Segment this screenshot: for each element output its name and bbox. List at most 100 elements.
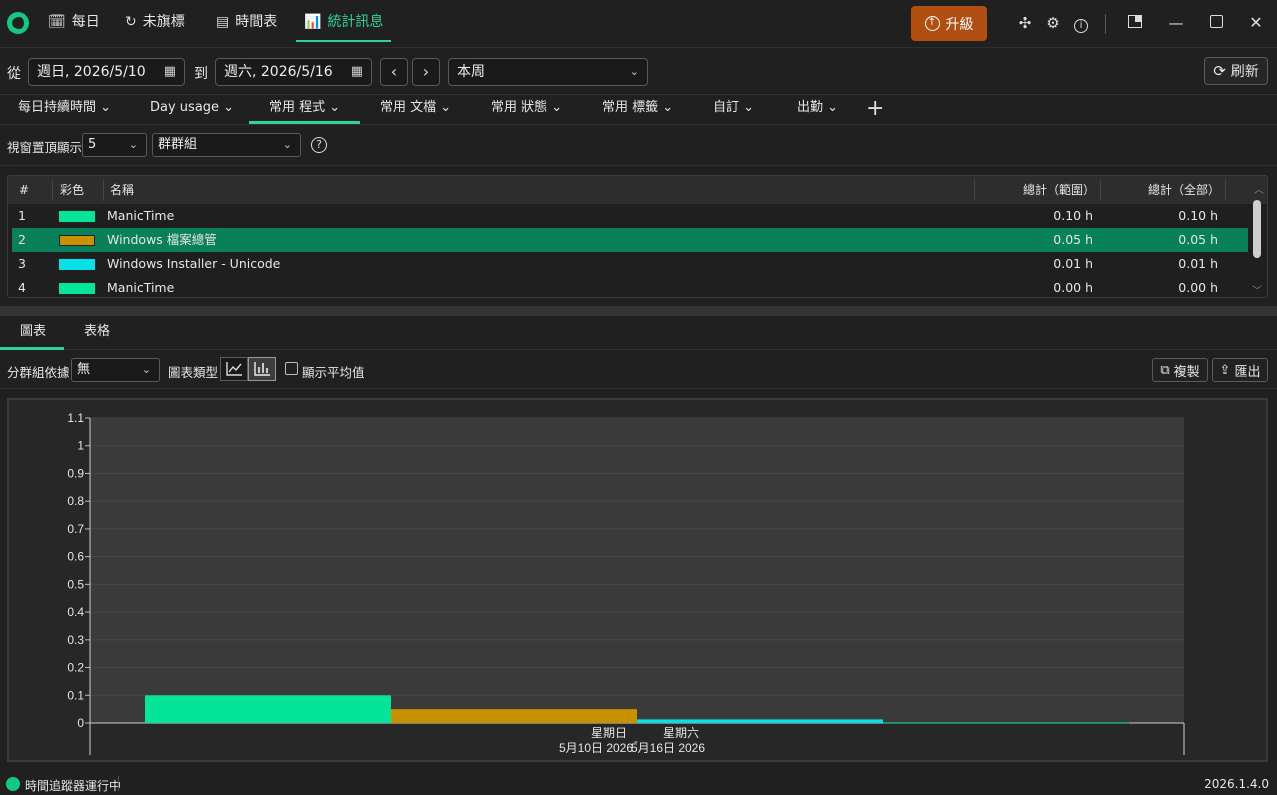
- chevron-left-icon: ‹: [390, 62, 398, 81]
- tab-statistics[interactable]: 📊 統計訊息: [296, 0, 392, 44]
- date-range-bar: 從 週日, 2026/5/10 ▦ 到 週六, 2026/5/16 ▦ ‹ › …: [0, 49, 1277, 95]
- group-select[interactable]: 群群組 ⌄: [152, 133, 301, 157]
- report-tab-custom[interactable]: 自訂 ⌄: [713, 95, 754, 123]
- chevron-down-icon: ⌄: [743, 100, 755, 115]
- report-tab-top-states[interactable]: 常用 狀態 ⌄: [491, 95, 562, 123]
- row-total-all: 0.05 h: [1178, 232, 1218, 247]
- refresh-button[interactable]: ⟳ 刷新: [1204, 57, 1268, 85]
- compact-mode-icon[interactable]: [1126, 14, 1144, 32]
- chevron-down-icon: ⌄: [629, 65, 639, 78]
- scroll-down-arrow-icon[interactable]: ﹀: [1252, 282, 1262, 297]
- chart-type-label: 圖表類型: [168, 365, 219, 380]
- chart-bar: [883, 722, 1129, 724]
- period-select[interactable]: 本周 ⌄: [448, 58, 648, 86]
- bar-chart-button[interactable]: [248, 357, 276, 381]
- plot-background: [90, 418, 1184, 723]
- chevron-down-icon: ⌄: [440, 100, 452, 115]
- row-total-all: 0.10 h: [1178, 208, 1218, 223]
- previous-period-button[interactable]: ‹: [380, 58, 408, 86]
- plugins-icon[interactable]: ✣: [1016, 14, 1034, 32]
- show-average-label: 顯示平均值: [302, 365, 365, 380]
- column-header-number[interactable]: #: [19, 176, 29, 204]
- chevron-down-icon: ⌄: [662, 100, 674, 115]
- y-tick-label: 0.7: [67, 522, 84, 536]
- maximize-icon[interactable]: [1207, 14, 1225, 32]
- x-tick-date-label: 5月16日 2026: [631, 741, 705, 755]
- history-icon: ↻: [125, 14, 137, 30]
- export-button[interactable]: ⇪ 匯出: [1212, 358, 1268, 382]
- close-icon[interactable]: ✕: [1247, 14, 1265, 32]
- row-total-range: 0.05 h: [1053, 232, 1093, 247]
- chart-bar: [145, 695, 391, 723]
- x-tick-day-label: 星期日: [591, 726, 627, 740]
- scroll-up-arrow-icon[interactable]: ︿: [1254, 181, 1264, 196]
- table-row[interactable]: 4 ManicTime 0.00 h 0.00 h: [12, 276, 1248, 297]
- group-by-select[interactable]: 無 ⌄: [71, 358, 160, 382]
- bar-chart-icon: [254, 362, 270, 376]
- minimize-icon[interactable]: —: [1167, 14, 1185, 32]
- y-tick-label: 1.1: [67, 411, 84, 425]
- info-icon[interactable]: i: [1072, 14, 1090, 33]
- report-tab-top-documents[interactable]: 常用 文檔 ⌄: [380, 95, 451, 123]
- active-tab-indicator: [249, 121, 360, 124]
- column-header-total-range[interactable]: 總計（範圍）: [1023, 176, 1095, 204]
- y-tick-label: 0.4: [67, 605, 84, 619]
- help-icon[interactable]: ?: [311, 137, 327, 153]
- group-by-label: 分群組依據: [7, 365, 70, 380]
- status-divider: [118, 776, 119, 791]
- row-total-all: 0.01 h: [1178, 256, 1218, 271]
- tab-untagged[interactable]: ↻ 未旗標: [125, 0, 185, 44]
- view-tabs: 圖表 表格: [0, 316, 1277, 350]
- y-tick-label: 0: [77, 716, 84, 730]
- calendar-clock-icon: 🗓: [48, 14, 66, 30]
- version-label: 2026.1.4.0: [1204, 777, 1269, 791]
- column-header-name[interactable]: 名稱: [110, 176, 134, 204]
- report-tab-top-apps[interactable]: 常用 程式 ⌄: [269, 95, 340, 123]
- table-row-selected[interactable]: 2 Windows 檔案總管 0.05 h 0.05 h: [12, 228, 1248, 252]
- app-logo: [7, 12, 29, 34]
- next-period-button[interactable]: ›: [412, 58, 440, 86]
- chart-bar: [637, 719, 883, 723]
- tab-timeline[interactable]: ▤ 時間表: [216, 0, 277, 44]
- column-header-color[interactable]: 彩色: [60, 176, 84, 204]
- top-count-label: 視窗置頂顯示: [7, 140, 83, 155]
- row-number: 4: [18, 280, 26, 295]
- row-total-range: 0.10 h: [1053, 208, 1093, 223]
- column-header-total-all[interactable]: 總計（全部）: [1148, 176, 1220, 204]
- table-row[interactable]: 3 Windows Installer - Unicode 0.01 h 0.0…: [12, 252, 1248, 276]
- show-average-checkbox[interactable]: [285, 362, 298, 375]
- column-divider: [103, 179, 104, 201]
- add-report-icon[interactable]: +: [866, 97, 884, 121]
- bar-chart: 0 0.1 0.2 0.3 0.4 0.5 0.6 0.7 0.8 0.9 1 1.1 星期日5月10日…: [67, 411, 1185, 755]
- report-tab-daily-duration[interactable]: 每日持續時間 ⌄: [18, 95, 111, 123]
- report-tab-day-usage[interactable]: Day usage ⌄: [150, 95, 234, 123]
- y-tick-label: 0.8: [67, 494, 84, 508]
- line-chart-button[interactable]: [220, 357, 248, 381]
- table-row[interactable]: 1 ManicTime 0.10 h 0.10 h: [12, 204, 1248, 228]
- copy-button[interactable]: ⧉ 複製: [1152, 358, 1208, 382]
- color-swatch: [59, 235, 95, 246]
- tracker-status-text: 時間追蹤器運行中: [25, 779, 122, 793]
- row-total-range: 0.00 h: [1053, 280, 1093, 295]
- chevron-right-icon: ›: [422, 62, 430, 81]
- upgrade-arrow-icon: ↑: [924, 16, 940, 31]
- y-tick-label: 1: [77, 439, 84, 453]
- table-scrollbar-thumb[interactable]: [1253, 200, 1261, 258]
- y-tick-label: 0.9: [67, 466, 84, 480]
- gear-icon[interactable]: ⚙: [1044, 14, 1062, 32]
- panel-splitter[interactable]: [0, 306, 1277, 316]
- upgrade-button[interactable]: ↑ 升級: [911, 6, 987, 41]
- chevron-down-icon: ⌄: [223, 100, 235, 115]
- tab-chart[interactable]: 圖表: [20, 316, 46, 348]
- table-header: # 彩色 名稱 總計（範圍） 總計（全部） ︿: [8, 176, 1267, 204]
- to-date-picker[interactable]: 週六, 2026/5/16 ▦: [215, 58, 372, 86]
- report-tab-attendance[interactable]: 出勤 ⌄: [797, 95, 838, 123]
- tab-daily[interactable]: 🗓 每日: [48, 0, 100, 44]
- from-date-picker[interactable]: 週日, 2026/5/10 ▦: [28, 58, 185, 86]
- chart-area: 0 0.1 0.2 0.3 0.4 0.5 0.6 0.7 0.8 0.9 1 1.1 星期日 5月10日…: [7, 398, 1268, 762]
- line-chart-icon: [226, 362, 242, 376]
- top-count-select[interactable]: 5 ⌄: [82, 133, 147, 157]
- report-tab-top-tags[interactable]: 常用 標籤 ⌄: [602, 95, 673, 123]
- bar-chart-icon: 📊: [304, 14, 322, 30]
- tab-table[interactable]: 表格: [84, 316, 110, 348]
